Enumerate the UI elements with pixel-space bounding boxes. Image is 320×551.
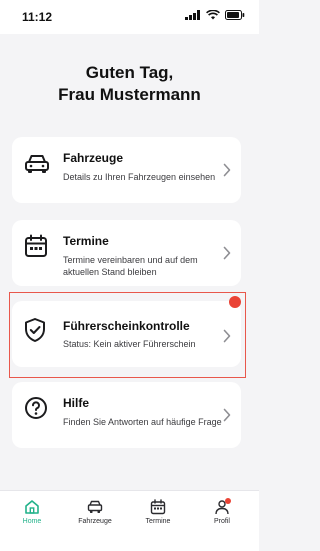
signal-icon: [185, 10, 200, 20]
greeting-title: Guten Tag, Frau Mustermann: [0, 62, 259, 106]
tab-profil[interactable]: Profil: [192, 498, 252, 525]
notification-badge: [229, 296, 241, 308]
tab-home[interactable]: Home: [2, 499, 62, 525]
tab-label: Profil: [214, 518, 230, 525]
tab-label: Home: [22, 518, 42, 525]
tab-fahrzeuge[interactable]: Fahrzeuge: [65, 499, 125, 525]
tab-bar: Home Fahrzeuge Termine Profil: [0, 490, 259, 551]
help-icon: [25, 397, 47, 419]
card-hilfe[interactable]: Hilfe Finden Sie Antworten auf häufige F…: [12, 382, 241, 448]
card-description: Details zu Ihren Fahrzeugen einsehen: [63, 172, 216, 182]
battery-icon: [225, 10, 245, 20]
calendar-icon: [25, 234, 47, 257]
card-termine[interactable]: Termine Termine vereinbaren und auf dem …: [12, 220, 241, 286]
wifi-icon: [206, 10, 220, 20]
greeting-line-2: Frau Mustermann: [58, 85, 201, 104]
chevron-right-icon: [223, 163, 231, 177]
status-icons: [185, 10, 245, 20]
car-icon: [87, 500, 103, 513]
card-description: Termine vereinbaren und auf dem aktuelle…: [63, 255, 198, 277]
profile-notification-dot: [225, 498, 231, 504]
card-title: Termine: [63, 234, 109, 248]
card-title: Hilfe: [63, 396, 90, 410]
greeting-line-1: Guten Tag,: [85, 63, 174, 82]
home-icon: [25, 500, 39, 514]
status-time: 11:12: [22, 10, 53, 24]
card-fahrzeuge[interactable]: Fahrzeuge Details zu Ihren Fahrzeugen ei…: [12, 137, 241, 203]
calendar-icon: [150, 499, 166, 515]
chevron-right-icon: [223, 246, 231, 260]
card-description: Finden Sie Antworten auf häufige Frage: [63, 417, 222, 427]
status-bar: 11:12: [0, 0, 259, 34]
chevron-right-icon: [223, 408, 231, 422]
tab-termine[interactable]: Termine: [128, 499, 188, 525]
car-icon: [25, 155, 49, 173]
card-title: Fahrzeuge: [63, 151, 124, 165]
highlight-frame: [9, 292, 246, 378]
tab-label: Fahrzeuge: [78, 518, 112, 525]
tab-label: Termine: [145, 518, 171, 525]
